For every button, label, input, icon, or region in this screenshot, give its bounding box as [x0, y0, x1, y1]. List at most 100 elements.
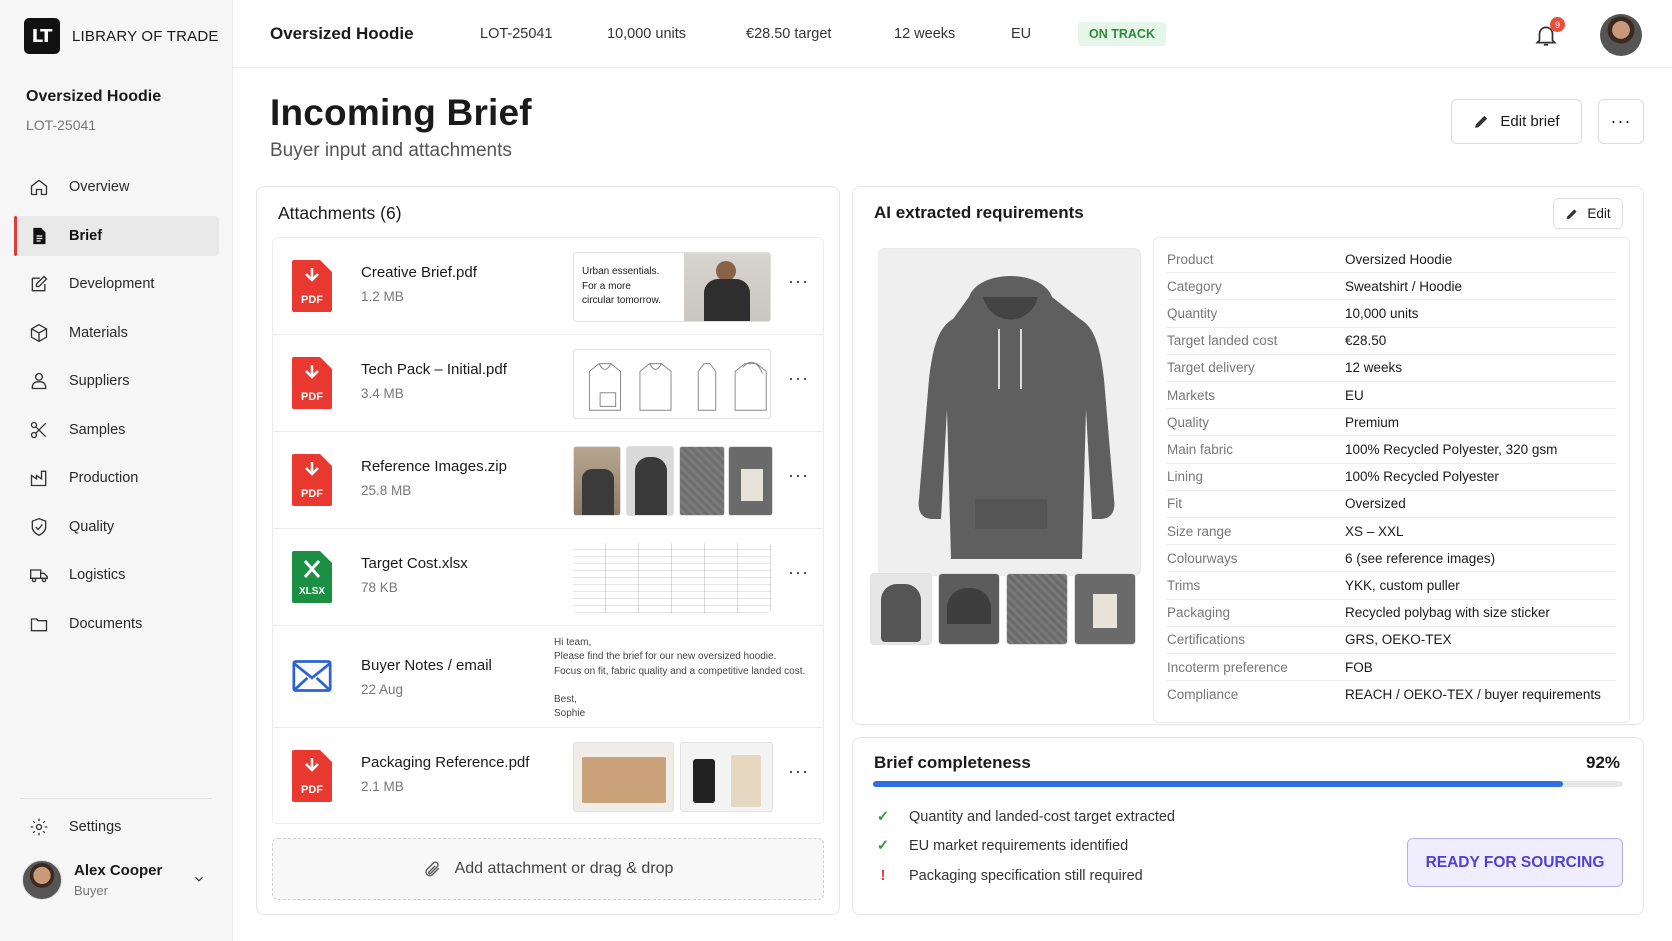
sidebar-item-label: Settings [69, 819, 122, 835]
reference-image-thumbnail [626, 446, 674, 516]
sidebar-item-label: Quality [69, 518, 115, 535]
pencil-icon [1475, 115, 1488, 128]
sidebar-item-overview[interactable]: Overview [15, 167, 219, 207]
status-badge: ON TRACK [1078, 22, 1166, 46]
attachments-title: Attachments (6) [278, 203, 402, 223]
table-row: Quality Premium [1167, 409, 1616, 437]
attachment-name: Tech Pack – Initial.pdf [361, 361, 507, 378]
add-attachment-dropzone[interactable]: Add attachment or drag & drop [272, 838, 824, 900]
sidebar-item-settings[interactable]: Settings [15, 807, 219, 847]
sidebar-item-suppliers[interactable]: Suppliers [15, 361, 219, 401]
mail-icon [292, 660, 332, 692]
requirement-value: Oversized [1345, 496, 1406, 512]
hoodie-illustration [918, 276, 1115, 559]
check-text: Packaging specification still required [909, 868, 1143, 884]
email-preview: Hi team, Please find the brief for our n… [554, 637, 806, 720]
table-row: Quantity 10,000 units [1167, 300, 1616, 328]
product-thumbnail[interactable] [1074, 573, 1136, 645]
topbar-market: EU [1011, 25, 1032, 42]
progress-fill [873, 781, 1563, 787]
requirement-value: Premium [1345, 414, 1400, 430]
chevron-down-icon[interactable] [192, 872, 206, 886]
requirement-key: Compliance [1167, 687, 1239, 703]
check-icon: ✓ [876, 838, 890, 854]
shield-check-icon [31, 517, 47, 536]
requirement-key: Size range [1167, 523, 1232, 539]
more-options-button[interactable]: ··· [788, 465, 809, 486]
table-row: Incoterm preference FOB [1167, 654, 1616, 682]
page-title: Incoming Brief [270, 92, 532, 133]
brief-preview: Urban essentials. For a more circular to… [573, 252, 771, 322]
list-item[interactable]: PDF Creative Brief.pdf 1.2 MB Urban esse… [273, 238, 823, 335]
table-row: Size range XS – XXL [1167, 518, 1616, 546]
topbar-units: 10,000 units [607, 25, 687, 42]
sidebar-item-quality[interactable]: Quality [15, 507, 219, 547]
folder-icon [30, 617, 48, 631]
table-row: Packaging Recycled polybag with size stic… [1167, 600, 1616, 627]
avatar[interactable] [1600, 14, 1642, 56]
product-thumbnail[interactable] [1006, 573, 1068, 645]
attachment-name: Target Cost.xlsx [361, 555, 468, 572]
edit-requirements-button[interactable]: Edit [1553, 198, 1623, 229]
product-thumbnail[interactable] [870, 573, 932, 645]
brand-logo[interactable]: LT LIBRARY OF TRADE [24, 18, 219, 54]
check-text: Quantity and landed-cost target extracte… [909, 809, 1175, 825]
ready-for-sourcing-button[interactable]: READY FOR SOURCING [1407, 838, 1623, 887]
more-options-button[interactable]: ··· [788, 562, 809, 583]
requirement-value: Sweatshirt / Hoodie [1345, 278, 1463, 294]
sidebar-item-logistics[interactable]: Logistics [15, 555, 219, 595]
box-preview [573, 742, 674, 812]
pencil-icon [1567, 208, 1578, 219]
requirement-value: REACH / OEKO-TEX / buyer requirements [1345, 687, 1601, 703]
project-name: Oversized Hoodie [26, 88, 162, 105]
attachment-name: Creative Brief.pdf [361, 264, 477, 281]
requirement-value: GRS, OEKO-TEX [1345, 632, 1452, 648]
sidebar-item-brief[interactable]: Brief [14, 215, 219, 256]
model-photo [684, 253, 770, 321]
cube-icon [30, 323, 48, 342]
product-image [878, 248, 1141, 576]
requirement-key: Quality [1167, 414, 1210, 430]
more-options-button[interactable]: ··· [788, 368, 809, 389]
sidebar-item-samples[interactable]: Samples [15, 410, 219, 450]
list-item[interactable]: PDF Packaging Reference.pdf 2.1 MB ··· [273, 728, 823, 825]
edit-square-icon [31, 275, 48, 292]
pdf-file-icon: PDF [292, 454, 332, 506]
more-options-button[interactable]: ··· [788, 761, 809, 782]
more-options-button[interactable]: ··· [788, 271, 809, 292]
home-icon [30, 179, 48, 196]
tag-preview [680, 742, 773, 812]
requirement-key: Fit [1167, 496, 1182, 512]
check-text: EU market requirements identified [909, 838, 1129, 854]
product-thumbnail[interactable] [938, 573, 1000, 645]
pdf-file-icon: PDF [292, 750, 332, 802]
sidebar-item-label: Logistics [69, 567, 126, 583]
user-menu[interactable]: Alex Cooper Buyer [22, 860, 203, 900]
attachment-date: 22 Aug [361, 682, 404, 697]
topbar-weeks: 12 weeks [894, 25, 956, 42]
sidebar-item-documents[interactable]: Documents [15, 604, 219, 644]
sidebar-item-materials[interactable]: Materials [15, 313, 219, 353]
requirement-value: XS – XXL [1345, 523, 1404, 539]
svg-text:PDF: PDF [301, 294, 323, 306]
factory-icon [30, 470, 47, 487]
sidebar-nav: Overview Brief Development Materials Sup… [14, 167, 219, 652]
requirement-value: 12 weeks [1345, 360, 1403, 376]
sidebar-item-production[interactable]: Production [15, 458, 219, 498]
list-item[interactable]: XLSX Target Cost.xlsx 78 KB ··· [273, 529, 823, 626]
list-item[interactable]: PDF Reference Images.zip 25.8 MB ··· [273, 432, 823, 529]
preview-text: Urban essentials. For a more circular to… [582, 266, 661, 306]
table-row: Category Sweatshirt / Hoodie [1167, 273, 1616, 301]
requirement-key: Main fabric [1167, 441, 1234, 457]
requirement-key: Packaging [1167, 605, 1231, 621]
svg-text:XLSX: XLSX [299, 586, 325, 597]
list-item[interactable]: Buyer Notes / email 22 Aug Hi team, Plea… [273, 626, 823, 728]
edit-brief-button[interactable]: Edit brief [1451, 99, 1582, 144]
sidebar-item-label: Production [69, 470, 139, 486]
more-options-button[interactable]: ··· [1598, 99, 1644, 144]
svg-text:PDF: PDF [301, 488, 323, 500]
sidebar-item-development[interactable]: Development [15, 264, 219, 304]
list-item[interactable]: PDF Tech Pack – Initial.pdf 3.4 MB ··· [273, 335, 823, 432]
table-row: Fit Oversized [1167, 491, 1616, 518]
table-row: Colourways 6 (see reference images) [1167, 545, 1616, 573]
